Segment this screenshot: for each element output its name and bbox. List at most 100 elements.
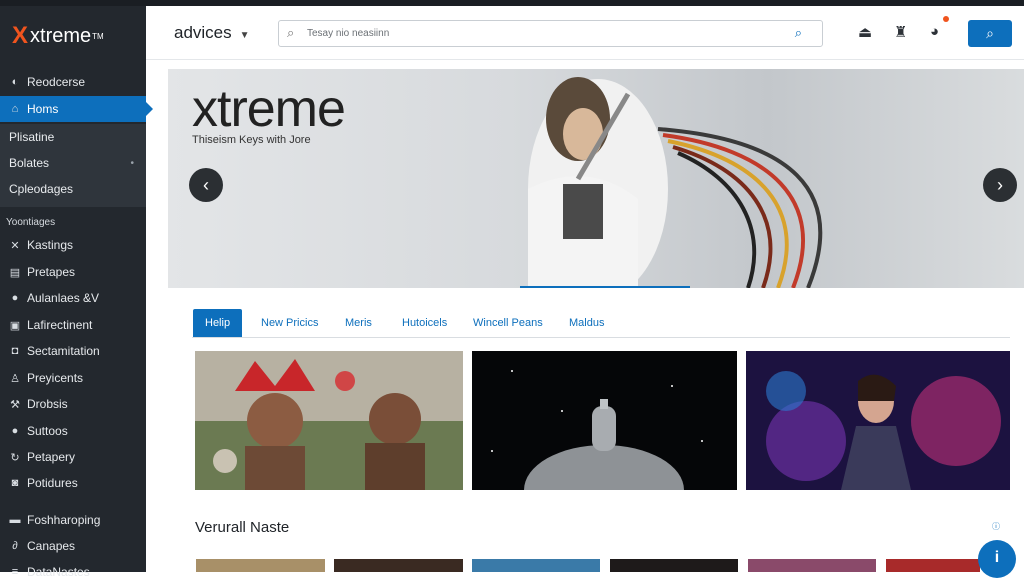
sidebar-item-canapes[interactable]: ∂ Canapes [0, 533, 146, 559]
section-title: Verurall Naste [195, 519, 290, 536]
users-icon: ● [11, 292, 19, 304]
window-icon: ▣ [9, 319, 21, 332]
sidebar-item-datanastes[interactable]: ≡ DataNastes [0, 559, 146, 585]
sidebar-item-aulanlaes[interactable]: ● Aulanlaes &V [0, 285, 146, 311]
info-icon[interactable]: ⓘ [990, 521, 1002, 533]
chevron-down-icon: ▼ [239, 30, 250, 41]
sidebar-item-suttoos[interactable]: ● Suttoos [0, 418, 146, 444]
sidebar-item-label: Kastings [27, 238, 74, 252]
thumbnail[interactable] [196, 559, 325, 572]
shield-icon: ◘ [11, 345, 19, 357]
sidebar-item-label: Lafirectinent [27, 318, 93, 332]
submenu-item-label: Cpleodages [9, 182, 74, 196]
tab-hutoicels[interactable]: Hutoicels [402, 309, 447, 337]
sidebar-item-label: Canapes [27, 539, 76, 553]
sidebar-item-reodcerse[interactable]: ◐ Reodcerse [0, 69, 146, 95]
user-icon: ● [11, 425, 19, 437]
thumbnail[interactable] [334, 559, 463, 572]
trademark: TM [92, 31, 104, 41]
thumbnail[interactable] [886, 559, 980, 572]
content-card[interactable] [472, 351, 737, 490]
tools-icon: ✕ [10, 239, 20, 252]
sidebar-section-label: Yoontiages [6, 217, 56, 228]
sidebar-item-label: Foshharoping [27, 513, 101, 527]
tab-helip[interactable]: Helip [193, 309, 243, 337]
sidebar-item-label: DataNastes [27, 565, 90, 579]
upload-icon[interactable]: ⏏ [858, 23, 872, 41]
search-button[interactable]: ⌕ [968, 20, 1012, 47]
chevron-left-icon: ‹ [203, 175, 209, 195]
thumbnail[interactable] [748, 559, 876, 572]
thumbnail[interactable] [610, 559, 738, 572]
submenu-item-plisatine[interactable]: Plisatine [0, 124, 146, 150]
sidebar-item-pretapes[interactable]: ▤ Pretapes [0, 259, 146, 285]
info-icon: i [994, 549, 1000, 566]
sidebar-submenu: Plisatine Bolates • Cpleodages [0, 124, 146, 207]
thumbnail[interactable] [472, 559, 600, 572]
sidebar-item-kastings[interactable]: ✕ Kastings [0, 232, 146, 258]
header: advices ▼ ⌕ Tesay nio neasiinn ⌕ ⏏ ♜ ◕ ⌕ [146, 6, 1024, 60]
wrench-icon: ⚒ [10, 398, 20, 411]
sidebar-item-label: Preyicents [27, 371, 84, 385]
sidebar-item-potidures[interactable]: ◙ Potidures [0, 470, 146, 496]
brand-logo[interactable]: X xtreme TM [12, 22, 104, 50]
submenu-item-bolates[interactable]: Bolates • [0, 150, 146, 176]
sidebar-item-drobsis[interactable]: ⚒ Drobsis [0, 391, 146, 417]
tab-new-pricics[interactable]: New Pricics [261, 309, 318, 337]
sidebar-item-lafirectinent[interactable]: ▣ Lafirectinent [0, 312, 146, 338]
content-card[interactable] [746, 351, 1010, 490]
page-title: advices [174, 23, 232, 42]
sidebar-item-label: Drobsis [27, 397, 68, 411]
page-selector[interactable]: advices ▼ [174, 23, 250, 43]
sidebar-item-label: Aulanlaes &V [27, 291, 100, 305]
submenu-item-label: Bolates [9, 156, 50, 170]
sidebar-item-label: Homs [27, 102, 59, 116]
sidebar-item-petapery[interactable]: ↻ Petapery [0, 444, 146, 470]
list-icon: ≡ [11, 566, 19, 578]
search-icon: ⌕ [986, 25, 994, 41]
sidebar-item-label: Pretapes [27, 265, 76, 279]
sidebar-item-home[interactable]: ⌂ Homs [0, 96, 153, 122]
lock-icon: ◙ [11, 477, 19, 489]
hero-banner: xtreme Thiseism Keys with Jore ‹ › [168, 69, 1024, 288]
content-card[interactable] [195, 351, 463, 490]
carousel-next-button[interactable]: › [983, 168, 1017, 202]
help-button[interactable]: i [978, 540, 1016, 578]
sidebar-item-label: Petapery [27, 450, 76, 464]
sidebar-item-label: Reodcerse [27, 75, 86, 89]
brand-name: xtreme [30, 24, 92, 47]
refresh-icon: ↻ [10, 451, 20, 464]
hero-subtitle: Thiseism Keys with Jore [192, 134, 311, 146]
sidebar-item-preyicents[interactable]: ♙ Preyicents [0, 365, 146, 391]
search-icon: ⌕ [287, 25, 295, 40]
carousel-prev-button[interactable]: ‹ [189, 168, 223, 202]
tab-meris[interactable]: Meris [345, 309, 372, 337]
content-tabs: Helip New Pricics Meris Hutoicels Wincel… [192, 309, 1010, 338]
submenu-item-cpleodages[interactable]: Cpleodages [0, 176, 146, 202]
folder-icon: ▬ [9, 514, 21, 526]
tab-maldus[interactable]: Maldus [569, 309, 604, 337]
search-submit-icon[interactable]: ⌕ [795, 25, 802, 41]
hero-title: xtreme [192, 80, 346, 138]
sidebar-item-label: Sectamitation [27, 344, 100, 358]
card-image [472, 351, 737, 490]
search-input[interactable]: ⌕ Tesay nio neasiinn ⌕ [278, 20, 823, 47]
sidebar-item-sectamitation[interactable]: ◘ Sectamitation [0, 338, 146, 364]
dot-icon: • [130, 157, 134, 169]
chevron-right-icon: › [997, 175, 1003, 195]
grid-icon: ▤ [9, 266, 21, 279]
sidebar-item-label: Suttoos [27, 424, 68, 438]
carousel-progress [520, 286, 690, 288]
link-icon: ∂ [12, 540, 18, 552]
sidebar-item-label: Potidures [27, 476, 78, 490]
tab-wincell-peans[interactable]: Wincell Peans [473, 309, 543, 337]
search-placeholder: Tesay nio neasiinn [307, 28, 390, 39]
card-image [746, 351, 1010, 490]
notifications-icon[interactable]: ◕ [930, 23, 939, 40]
card-image [195, 351, 463, 490]
person-icon: ♙ [10, 372, 20, 385]
submenu-item-label: Plisatine [9, 130, 55, 144]
robot-icon[interactable]: ♜ [894, 23, 907, 41]
sidebar-item-foshharoping[interactable]: ▬ Foshharoping [0, 507, 146, 533]
brand-mark-icon: X [12, 22, 29, 49]
